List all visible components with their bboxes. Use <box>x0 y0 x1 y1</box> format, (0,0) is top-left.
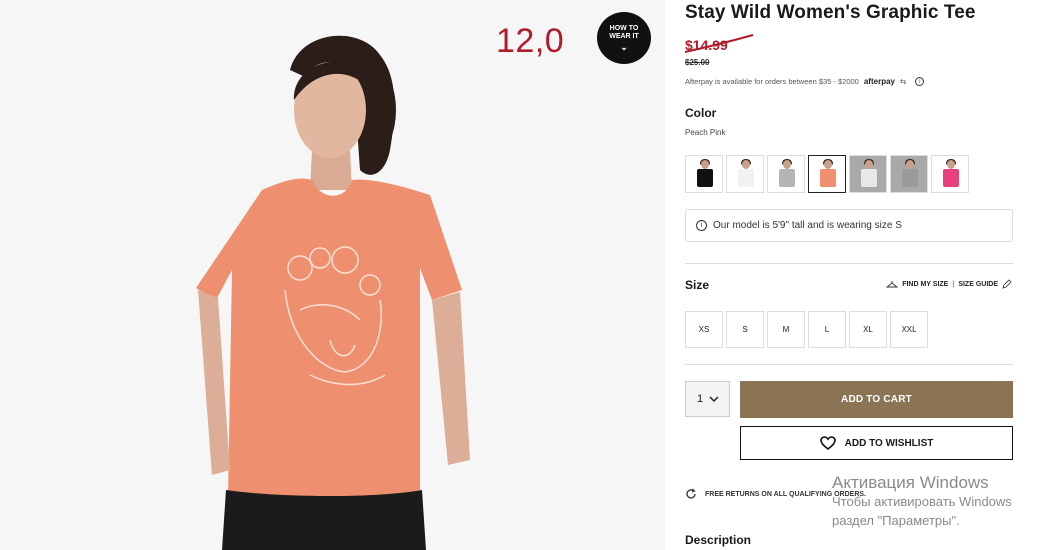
size-options: XS S M L XL XXL <box>685 311 928 348</box>
size-option[interactable]: S <box>726 311 764 348</box>
quantity-select[interactable]: 1 <box>685 381 730 417</box>
swatch-shirt <box>861 169 877 187</box>
activation-line2: Чтобы активировать Windows <box>832 494 1012 509</box>
activation-line3: раздел "Параметры". <box>832 513 960 528</box>
size-option[interactable]: XL <box>849 311 887 348</box>
size-option[interactable]: L <box>808 311 846 348</box>
price-overlay-text: 12,0 <box>496 22 565 60</box>
size-option[interactable]: M <box>767 311 805 348</box>
refresh-icon <box>686 488 696 499</box>
chevron-down-icon <box>709 395 719 402</box>
size-guide-link[interactable]: SIZE GUIDE <box>958 281 998 288</box>
how-to-wear-button[interactable]: HOW TO WEAR IT ⌄ <box>597 12 651 64</box>
color-swatch[interactable] <box>767 155 805 193</box>
chevron-down-icon: ⌄ <box>620 42 628 52</box>
how-to-wear-line1: HOW TO <box>609 25 639 32</box>
model-photo <box>0 0 665 550</box>
info-icon[interactable]: i <box>915 77 925 86</box>
swatch-model-head <box>865 160 873 169</box>
add-to-cart-button[interactable]: ADD TO CART <box>740 381 1013 418</box>
swatch-model-head <box>824 160 832 169</box>
swatch-shirt <box>820 169 836 187</box>
how-to-wear-line2: WEAR IT <box>609 33 639 40</box>
afterpay-logo: afterpay <box>863 77 895 86</box>
description-heading[interactable]: Description <box>685 533 751 547</box>
strike-mark-icon <box>684 34 754 53</box>
swatch-shirt <box>779 169 795 187</box>
product-details-panel: Stay Wild Women's Graphic Tee $14.99 $25… <box>684 0 1015 550</box>
swatch-shirt <box>738 169 754 187</box>
color-swatch[interactable] <box>808 155 846 193</box>
swatch-model-head <box>906 160 914 169</box>
swatch-model-head <box>701 160 709 169</box>
product-title: Stay Wild Women's Graphic Tee <box>685 2 976 23</box>
size-option[interactable]: XXL <box>890 311 928 348</box>
original-price: $25.00 <box>685 58 710 67</box>
swatch-shirt <box>697 169 713 187</box>
afterpay-arrows-icon: ⇆ <box>899 77 907 86</box>
swatch-model-head <box>742 160 750 169</box>
afterpay-note: Afterpay is available for orders between… <box>685 77 925 86</box>
model-info-text: Our model is 5'9" tall and is wearing si… <box>713 220 902 231</box>
swatch-model-head <box>947 160 955 169</box>
color-swatch[interactable] <box>890 155 928 193</box>
windows-activation-watermark: Активация Windows Чтобы активировать Win… <box>832 473 1012 530</box>
divider <box>685 263 1013 264</box>
product-image[interactable]: 12,0 HOW TO WEAR IT ⌄ <box>0 0 665 550</box>
color-label: Color <box>685 106 717 120</box>
afterpay-text: Afterpay is available for orders between… <box>685 77 859 86</box>
color-swatch[interactable] <box>931 155 969 193</box>
size-label: Size <box>685 278 710 292</box>
quantity-value: 1 <box>697 393 704 405</box>
selected-color: Peach Pink <box>685 128 726 137</box>
swatch-model-head <box>783 160 791 169</box>
color-swatch[interactable] <box>849 155 887 193</box>
size-tools: FIND MY SIZE | SIZE GUIDE <box>886 279 1012 289</box>
find-my-size-link[interactable]: FIND MY SIZE <box>902 281 948 288</box>
hanger-icon <box>886 281 899 288</box>
activation-title: Активация Windows <box>832 473 989 492</box>
color-swatch[interactable] <box>685 155 723 193</box>
wishlist-label: ADD TO WISHLIST <box>844 437 934 449</box>
info-icon: i <box>696 220 707 231</box>
add-to-wishlist-button[interactable]: ADD TO WISHLIST <box>740 426 1013 460</box>
swatch-shirt <box>943 169 959 187</box>
separator: | <box>952 280 955 288</box>
swatch-shirt <box>902 169 918 187</box>
pencil-icon <box>1002 279 1012 289</box>
color-swatches <box>685 155 969 193</box>
color-swatch[interactable] <box>726 155 764 193</box>
divider <box>685 364 1013 365</box>
size-option[interactable]: XS <box>685 311 723 348</box>
model-info-box: i Our model is 5'9" tall and is wearing … <box>685 209 1013 242</box>
heart-icon <box>819 436 836 450</box>
